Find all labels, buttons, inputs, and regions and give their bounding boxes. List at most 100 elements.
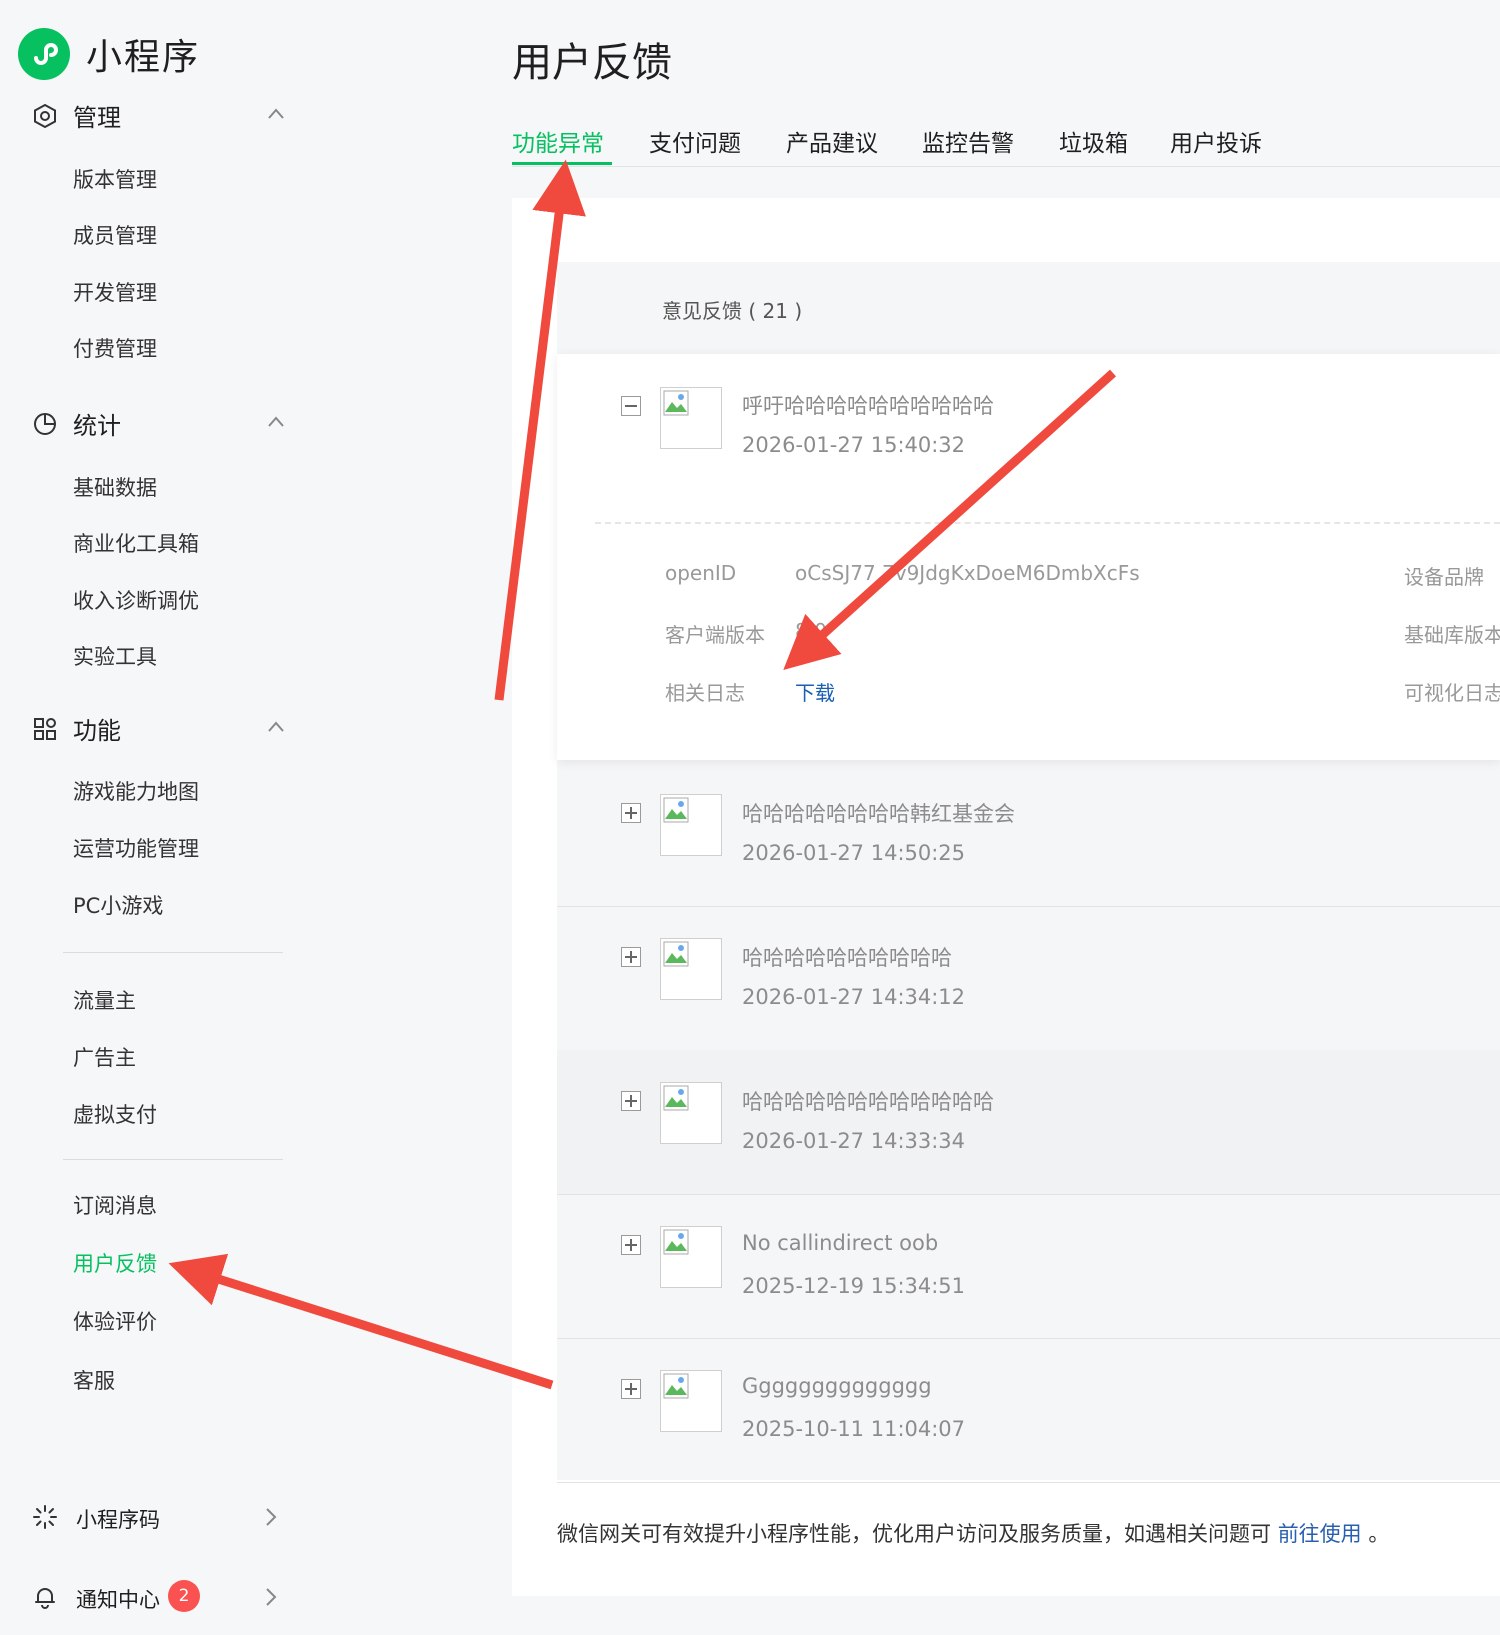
- sidebar-item-ops[interactable]: 运营功能管理: [73, 833, 199, 863]
- broken-image-icon: [663, 1085, 689, 1111]
- sidebar-item-members[interactable]: 成员管理: [73, 220, 157, 250]
- sidebar-group-label: 统计: [73, 411, 121, 440]
- chevron-up-icon[interactable]: [266, 412, 286, 432]
- broken-image-icon: [663, 1229, 689, 1255]
- feedback-thumbnail[interactable]: [660, 794, 722, 856]
- feedback-time: 2026-01-27 14:50:25: [742, 841, 966, 865]
- tab-trash[interactable]: 垃圾箱: [1059, 124, 1128, 158]
- feedback-thumbnail[interactable]: [660, 1370, 722, 1432]
- sidebar-item-basic-data[interactable]: 基础数据: [73, 472, 157, 502]
- sidebar-item-experience-rating[interactable]: 体验评价: [73, 1306, 157, 1336]
- gateway-note-end: 。: [1368, 1522, 1390, 1546]
- device-brand-label: 设备品牌: [1404, 565, 1484, 589]
- app-title: 小程序: [86, 37, 201, 78]
- feedback-title: 哈哈哈哈哈哈哈哈哈哈哈哈: [742, 1090, 994, 1114]
- sidebar-group-header[interactable]: 管理: [0, 90, 300, 140]
- sidebar-item-customer-service[interactable]: 客服: [73, 1365, 115, 1395]
- gateway-link[interactable]: 前往使用: [1278, 1522, 1362, 1546]
- feedback-time: 2025-12-19 15:34:51: [742, 1274, 966, 1298]
- feedback-thumbnail[interactable]: [660, 387, 722, 449]
- chevron-up-icon[interactable]: [266, 104, 286, 124]
- sidebar-group-header[interactable]: 统计: [0, 398, 300, 448]
- sidebar-divider: [63, 1159, 283, 1160]
- chevron-right-icon: [266, 1508, 277, 1526]
- detail-divider: [595, 522, 1500, 524]
- expand-toggle[interactable]: [621, 803, 641, 823]
- qr-sparkle-icon: [33, 1505, 57, 1529]
- feedback-time: 2026-01-27 15:40:32: [742, 433, 966, 457]
- collapse-toggle[interactable]: [621, 396, 641, 416]
- client-version-value: 8.0: [795, 619, 827, 643]
- tab-user-complaint[interactable]: 用户投诉: [1170, 124, 1262, 158]
- bell-icon: [35, 1588, 55, 1609]
- gateway-note-text: 微信网关可有效提升小程序性能，优化用户访问及服务质量，如遇相关问题可: [557, 1522, 1271, 1546]
- broken-image-icon: [663, 797, 689, 823]
- broken-image-icon: [663, 390, 689, 416]
- sidebar-divider: [63, 952, 283, 953]
- expand-toggle[interactable]: [621, 1091, 641, 1111]
- chevron-right-icon: [266, 1588, 277, 1606]
- sidebar-item-subscribe[interactable]: 订阅消息: [73, 1190, 157, 1220]
- sidebar-item-label: 通知中心: [76, 1588, 160, 1612]
- sidebar-group-label: 管理: [73, 103, 121, 132]
- sidebar-group-manage: 管理: [0, 90, 300, 140]
- gateway-note: 微信网关可有效提升小程序性能，优化用户访问及服务质量，如遇相关问题可 前往使用 …: [557, 1518, 1389, 1548]
- sidebar-group-features: 功能: [0, 703, 300, 753]
- sidebar-item-billing[interactable]: 付费管理: [73, 333, 157, 363]
- expand-toggle[interactable]: [621, 1235, 641, 1255]
- pie-chart-icon: [34, 413, 56, 435]
- notification-badge: 2: [168, 1580, 200, 1612]
- sidebar-item-revenue-diagnosis[interactable]: 收入诊断调优: [73, 585, 199, 615]
- sidebar-item-notifications[interactable]: 通知中心 2: [0, 1572, 300, 1622]
- log-label: 相关日志: [665, 681, 745, 705]
- feedback-time: 2026-01-27 14:33:34: [742, 1129, 966, 1153]
- sidebar-group-label: 功能: [73, 716, 121, 745]
- sidebar: 小程序 管理 版本管理 成员管理 开发管理 付费管理 统计 基础数据 商业化工具…: [0, 0, 300, 1635]
- sidebar-item-virtual-pay[interactable]: 虚拟支付: [73, 1099, 157, 1129]
- feedback-thumbnail[interactable]: [660, 1082, 722, 1144]
- sidebar-item-user-feedback[interactable]: 用户反馈: [73, 1248, 157, 1278]
- feedback-thumbnail[interactable]: [660, 1226, 722, 1288]
- visual-log-label: 可视化日志: [1404, 681, 1500, 705]
- sidebar-item-dev[interactable]: 开发管理: [73, 277, 157, 307]
- broken-image-icon: [663, 1373, 689, 1399]
- sidebar-item-game-map[interactable]: 游戏能力地图: [73, 776, 199, 806]
- feedback-title: 呼吁哈哈哈哈哈哈哈哈哈哈: [742, 394, 994, 418]
- active-tab-indicator: [512, 162, 612, 165]
- chevron-up-icon[interactable]: [266, 717, 286, 737]
- sidebar-item-version[interactable]: 版本管理: [73, 164, 157, 194]
- app-logo[interactable]: 小程序: [18, 28, 200, 80]
- sidebar-item-traffic-owner[interactable]: 流量主: [73, 985, 136, 1015]
- download-log-link[interactable]: 下载: [795, 677, 835, 706]
- sidebar-item-experiment[interactable]: 实验工具: [73, 641, 157, 671]
- sidebar-item-pc-game[interactable]: PC小游戏: [73, 890, 163, 920]
- tab-monitor-alert[interactable]: 监控告警: [922, 124, 1014, 158]
- feedback-title: No callindirect oob: [742, 1231, 939, 1255]
- feedback-tabs: 功能异常 支付问题 产品建议 监控告警 垃圾箱 用户投诉: [512, 118, 1500, 167]
- sidebar-group-stats: 统计: [0, 398, 300, 448]
- sidebar-item-qrcode[interactable]: 小程序码: [0, 1492, 300, 1542]
- sidebar-item-advertiser[interactable]: 广告主: [73, 1042, 136, 1072]
- openid-value: oCsSJ77 7v9JdgKxDoeM6DmbXcFs: [795, 561, 1140, 585]
- tab-payment[interactable]: 支付问题: [649, 124, 741, 158]
- feedback-count: 意见反馈 ( 21 ): [662, 299, 803, 323]
- sidebar-item-label: 小程序码: [76, 1508, 160, 1532]
- feedback-thumbnail[interactable]: [660, 938, 722, 1000]
- feedback-time: 2025-10-11 11:04:07: [742, 1417, 966, 1441]
- sidebar-item-commerce-tools[interactable]: 商业化工具箱: [73, 528, 199, 558]
- hexagon-gear-icon: [34, 103, 56, 129]
- openid-label: openID: [665, 561, 737, 585]
- mini-program-logo-icon: [18, 28, 70, 80]
- grid-icon: [34, 718, 56, 740]
- tab-function-error[interactable]: 功能异常: [512, 124, 604, 158]
- feedback-title: 哈哈哈哈哈哈哈哈哈哈: [742, 946, 952, 970]
- client-version-label: 客户端版本: [665, 623, 765, 647]
- expand-toggle[interactable]: [621, 1379, 641, 1399]
- tab-product-suggestion[interactable]: 产品建议: [786, 124, 878, 158]
- page-title: 用户反馈: [512, 40, 672, 86]
- feedback-title: 哈哈哈哈哈哈哈哈韩红基金会: [742, 802, 1015, 826]
- feedback-time: 2026-01-27 14:34:12: [742, 985, 966, 1009]
- base-lib-label: 基础库版本: [1404, 623, 1500, 647]
- sidebar-group-header[interactable]: 功能: [0, 703, 300, 753]
- expand-toggle[interactable]: [621, 947, 641, 967]
